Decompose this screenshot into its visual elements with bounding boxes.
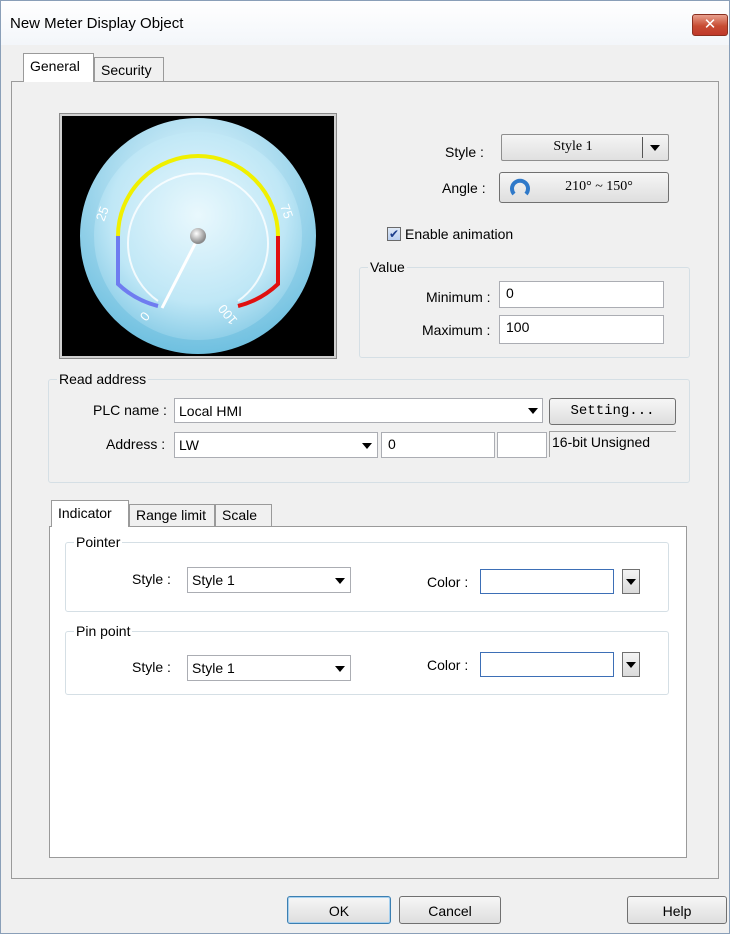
tab-general-label: General xyxy=(30,58,80,74)
chevron-down-icon xyxy=(362,443,372,449)
ok-button[interactable]: OK xyxy=(287,896,391,924)
address-type-value: LW xyxy=(179,437,199,453)
tab-range-limit[interactable]: Range limit xyxy=(129,504,215,527)
angle-button[interactable]: 210° ~ 150° xyxy=(499,172,669,203)
angle-arc-icon xyxy=(510,178,530,198)
data-format-display: 16-bit Unsigned xyxy=(549,431,676,457)
meter-dialog: New Meter Display Object ✕ General Secur… xyxy=(0,0,730,934)
pointer-color-swatch[interactable] xyxy=(480,569,614,594)
close-button[interactable]: ✕ xyxy=(692,14,728,36)
enable-animation-label: Enable animation xyxy=(405,226,514,242)
enable-animation-checkbox[interactable]: ✔ xyxy=(387,227,401,241)
angle-label: Angle : xyxy=(442,180,486,196)
pin-point-style-select[interactable]: Style 1 xyxy=(187,655,351,681)
pointer-color-label: Color : xyxy=(427,574,469,590)
pin-point-style-label: Style : xyxy=(132,659,171,675)
help-button[interactable]: Help xyxy=(627,896,727,924)
title-bar: New Meter Display Object ✕ xyxy=(1,1,729,45)
meter-pin xyxy=(190,228,206,244)
cancel-button-label: Cancel xyxy=(428,903,472,919)
style-label: Style : xyxy=(445,144,484,160)
pointer-color-dropdown[interactable] xyxy=(622,569,640,594)
dialog-title: New Meter Display Object xyxy=(10,15,184,32)
pin-point-color-dropdown[interactable] xyxy=(622,652,640,677)
pin-point-style-value: Style 1 xyxy=(192,660,235,676)
check-icon: ✔ xyxy=(388,227,400,241)
pin-point-color-swatch[interactable] xyxy=(480,652,614,677)
pointer-style-label: Style : xyxy=(132,571,171,587)
meter-graphic: 0 25 75 100 xyxy=(80,118,316,354)
value-group-title: Value xyxy=(368,259,407,275)
tab-security-label: Security xyxy=(101,62,152,78)
address-extra-field[interactable] xyxy=(497,432,547,458)
chevron-down-icon xyxy=(528,408,538,414)
style-select[interactable]: Style 1 xyxy=(501,134,669,161)
maximum-input[interactable]: 100 xyxy=(499,315,664,344)
minimum-input[interactable]: 0 xyxy=(499,281,664,308)
pointer-style-select[interactable]: Style 1 xyxy=(187,567,351,593)
chevron-down-icon xyxy=(626,662,636,668)
style-select-value: Style 1 xyxy=(553,139,593,154)
tab-indicator-label: Indicator xyxy=(58,505,112,521)
tab-scale[interactable]: Scale xyxy=(215,504,272,527)
chevron-down-icon xyxy=(650,145,660,151)
style-select-divider xyxy=(642,137,643,158)
chevron-down-icon xyxy=(626,579,636,585)
tab-range-limit-label: Range limit xyxy=(136,507,207,523)
minimum-value: 0 xyxy=(506,285,514,301)
address-input[interactable]: 0 xyxy=(381,432,495,458)
plc-name-select[interactable]: Local HMI xyxy=(174,398,543,423)
pointer-group-title: Pointer xyxy=(74,534,123,550)
pin-point-color-label: Color : xyxy=(427,657,469,673)
tab-security[interactable]: Security xyxy=(94,57,164,81)
address-type-select[interactable]: LW xyxy=(174,432,378,458)
meter-preview: 0 25 75 100 xyxy=(59,113,337,359)
read-address-title: Read address xyxy=(57,371,149,387)
address-value: 0 xyxy=(388,436,396,452)
help-button-label: Help xyxy=(662,903,692,919)
pointer-style-value: Style 1 xyxy=(192,572,235,588)
chevron-down-icon xyxy=(335,578,345,584)
ok-button-label: OK xyxy=(328,903,350,919)
setting-button[interactable]: Setting... xyxy=(549,398,676,425)
minimum-label: Minimum : xyxy=(426,289,491,305)
data-format-value: 16-bit Unsigned xyxy=(552,434,651,450)
chevron-down-icon xyxy=(335,666,345,672)
setting-button-label: Setting... xyxy=(570,403,655,419)
plc-name-label: PLC name : xyxy=(93,402,167,418)
pin-point-group-title: Pin point xyxy=(74,623,133,639)
maximum-label: Maximum : xyxy=(422,322,491,338)
cancel-button[interactable]: Cancel xyxy=(399,896,501,924)
angle-value: 210° ~ 150° xyxy=(565,179,633,194)
maximum-value: 100 xyxy=(506,319,530,335)
tab-scale-label: Scale xyxy=(222,507,258,523)
close-icon: ✕ xyxy=(703,16,717,33)
tab-general[interactable]: General xyxy=(23,53,94,82)
plc-name-value: Local HMI xyxy=(179,403,243,419)
tab-indicator[interactable]: Indicator xyxy=(51,500,129,527)
address-label: Address : xyxy=(106,436,166,452)
